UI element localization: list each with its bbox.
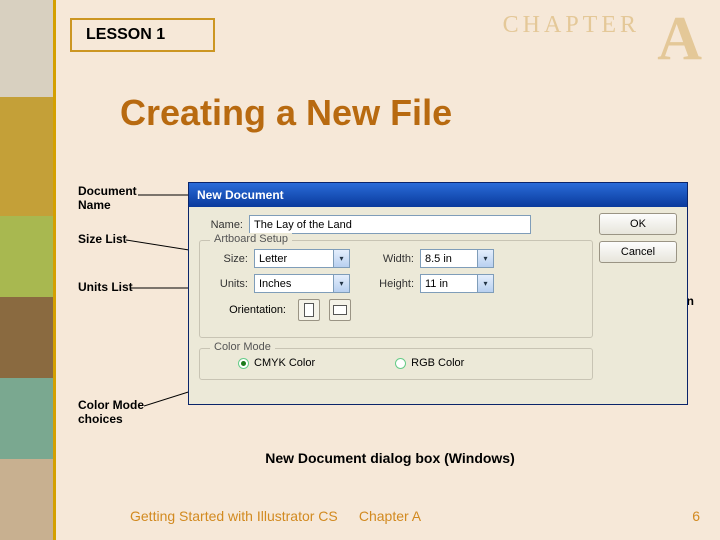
- rgb-label: RGB Color: [411, 357, 464, 369]
- orientation-landscape-button[interactable]: [329, 299, 351, 321]
- slide-title: Creating a New File: [120, 92, 452, 134]
- width-label: Width:: [374, 253, 414, 265]
- orientation-label: Orientation:: [214, 304, 286, 316]
- callout-units-list: Units List: [78, 280, 133, 294]
- width-field[interactable]: 8.5 in ▾: [420, 249, 494, 268]
- height-field[interactable]: 11 in ▾: [420, 274, 494, 293]
- chevron-down-icon: ▾: [477, 250, 493, 267]
- footer-center: Chapter A: [60, 508, 720, 524]
- units-value: Inches: [259, 278, 291, 290]
- radio-icon: [395, 358, 406, 369]
- new-document-dialog: New Document Name: OK Cancel Artboard Se…: [188, 182, 688, 405]
- chevron-down-icon: ▾: [333, 250, 349, 267]
- radio-selected-icon: [238, 358, 249, 369]
- name-input[interactable]: [249, 215, 531, 234]
- chapter-letter: A: [657, 4, 702, 75]
- landscape-icon: [333, 305, 347, 315]
- ok-button[interactable]: OK: [599, 213, 677, 235]
- units-label: Units:: [208, 278, 248, 290]
- artboard-legend: Artboard Setup: [210, 233, 292, 245]
- width-value: 8.5 in: [425, 253, 452, 265]
- dialog-titlebar: New Document: [189, 183, 687, 207]
- slide-content: CHAPTER A LESSON 1 Creating a New File D…: [60, 0, 720, 540]
- footer-page-number: 6: [692, 508, 700, 524]
- orientation-portrait-button[interactable]: [298, 299, 320, 321]
- cmyk-radio[interactable]: CMYK Color: [238, 357, 315, 369]
- chevron-down-icon: ▾: [477, 275, 493, 292]
- rgb-radio[interactable]: RGB Color: [395, 357, 464, 369]
- cmyk-label: CMYK Color: [254, 357, 315, 369]
- color-mode-legend: Color Mode: [210, 341, 275, 353]
- units-dropdown[interactable]: Inches ▾: [254, 274, 350, 293]
- artboard-setup-group: Artboard Setup Size: Letter ▾ Width: 8.5…: [199, 240, 593, 338]
- decorative-sidebar: [0, 0, 56, 540]
- size-label: Size:: [208, 253, 248, 265]
- color-mode-group: Color Mode CMYK Color RGB Color: [199, 348, 593, 380]
- chevron-down-icon: ▾: [333, 275, 349, 292]
- chapter-label: CHAPTER: [503, 12, 640, 39]
- figure-caption: New Document dialog box (Windows): [60, 450, 720, 466]
- callout-document-name: Document Name: [78, 184, 158, 213]
- lesson-box: LESSON 1: [70, 18, 215, 52]
- name-label: Name:: [199, 219, 243, 231]
- portrait-icon: [304, 303, 314, 317]
- height-value: 11 in: [425, 278, 448, 290]
- size-dropdown[interactable]: Letter ▾: [254, 249, 350, 268]
- height-label: Height:: [374, 278, 414, 290]
- callout-color-mode: Color Mode choices: [78, 398, 158, 427]
- callout-size-list: Size List: [78, 232, 127, 246]
- cancel-button[interactable]: Cancel: [599, 241, 677, 263]
- size-value: Letter: [259, 253, 287, 265]
